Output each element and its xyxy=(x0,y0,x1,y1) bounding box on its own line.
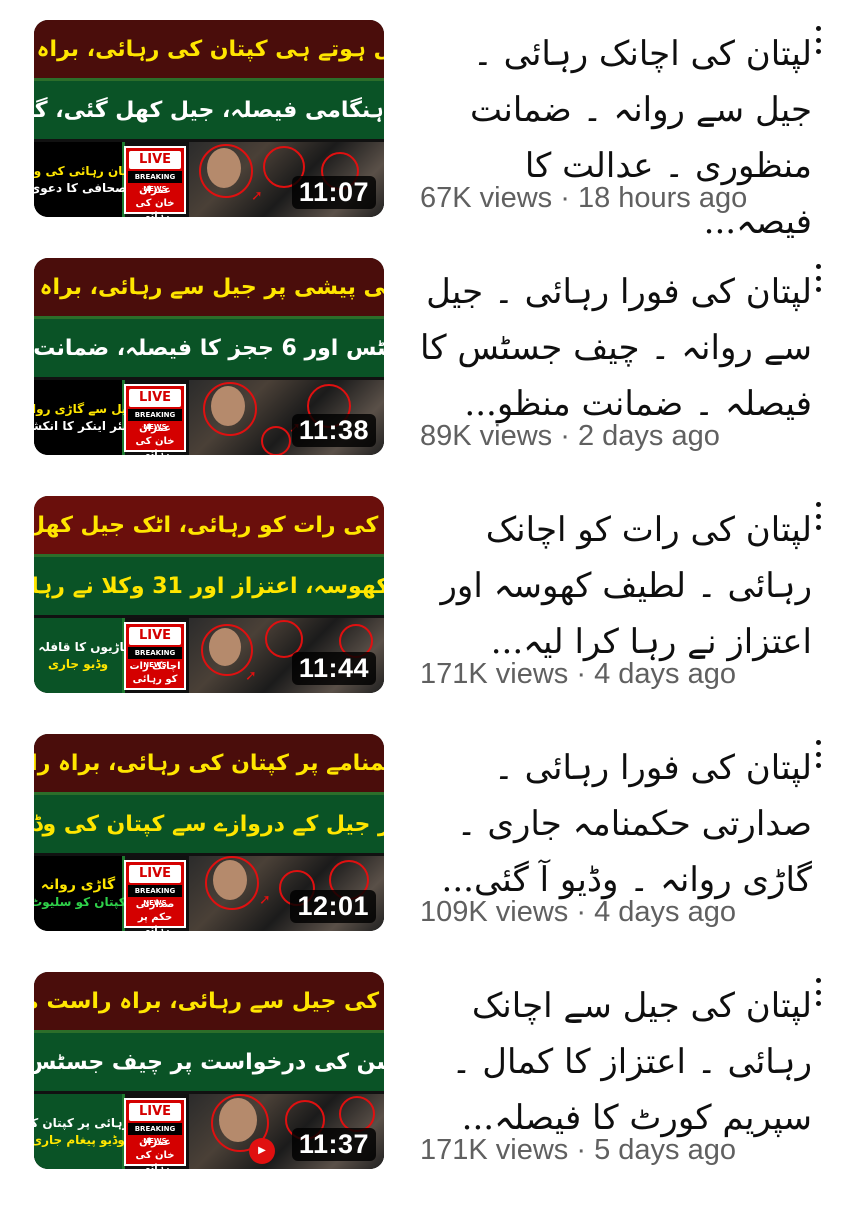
live-label: LIVE xyxy=(129,627,181,645)
thumbnail-headline: کپتان کی پہلی پیشی پر جیل سے رہائی، براہ… xyxy=(34,258,384,319)
video-title[interactable]: لپتان کی جیل سے اچانک رہائی ۔ اعتزاز کا … xyxy=(412,978,812,1146)
upload-age: 2 days ago xyxy=(577,420,720,452)
video-thumbnail[interactable]: صدارتی حکمنامے پر کپتان کی رہائی، براہ ر… xyxy=(34,734,384,931)
video-duration: 12:01 xyxy=(290,890,376,923)
breaking-news-label: BREAKING NEWS xyxy=(128,647,182,669)
thumbnail-side-caption: گاڑی روانہ کپتان کو سلیوٹ xyxy=(34,856,126,931)
more-vert-icon[interactable] xyxy=(808,26,828,54)
live-subcaption: عمران خان کی رہائی xyxy=(135,1137,175,1169)
highlight-circle xyxy=(339,1096,375,1132)
breaking-news-label: BREAKING NEWS xyxy=(128,171,182,193)
video-duration: 11:38 xyxy=(291,414,376,447)
upload-age: 5 days ago xyxy=(594,1134,736,1166)
video-thumbnail[interactable]: اسمبلی تحلیل ہوتے ہی کپتان کی رہائی، برا… xyxy=(34,20,384,217)
live-badge: LIVE BREAKING NEWS عمران خان کی رہائی xyxy=(124,1098,186,1169)
thumbnail-subhead: لطیف کھوسہ، اعتزاز اور 31 وکلا نے رہا کر… xyxy=(34,557,384,618)
video-title[interactable]: لپتان کی فورا رہائی ۔ جیل سے روانہ ۔ چیف… xyxy=(412,264,812,432)
video-duration: 11:44 xyxy=(291,652,376,685)
video-row[interactable]: کپتان کی پہلی پیشی پر جیل سے رہائی، براہ… xyxy=(0,258,851,496)
thumbnail-side-caption: جیل سے گاڑی روانہ سینئر اینکر کا انکشاف xyxy=(34,380,144,455)
video-thumbnail[interactable]: کپتان کی جیل سے رہائی، براہ راست مناظر ا… xyxy=(34,972,384,1169)
video-title[interactable]: لپتان کی اچانک رہائی ۔ جیل سے روانہ ۔ ضم… xyxy=(412,26,812,250)
thumbnail-side-caption: رہائی پر کپتان کا وڈیو پیغام جاری xyxy=(34,1094,129,1169)
thumbnail-side-caption: 43 گاڑیوں کا قافلہ روانہ وڈیو جاری xyxy=(34,618,152,693)
video-row[interactable]: اسمبلی تحلیل ہوتے ہی کپتان کی رہائی، برا… xyxy=(0,20,851,258)
breaking-news-label: BREAKING NEWS xyxy=(128,409,182,431)
thumbnail-subhead: رہائی پر جیل کے دروازے سے کپتان کی وڈیو … xyxy=(34,795,384,856)
arrow-icon: ➚ xyxy=(259,892,271,908)
video-row[interactable]: کپتان کی جیل سے رہائی، براہ راست مناظر ا… xyxy=(0,972,851,1210)
view-count: 89K views xyxy=(420,420,553,452)
video-thumbnail[interactable]: کپتان کی رات کو رہائی، اٹک جیل کھل گئی ل… xyxy=(34,496,384,693)
highlight-circle xyxy=(203,382,257,436)
video-title[interactable]: لپتان کی فورا رہائی ۔ صدارتی حکمنامہ جار… xyxy=(412,740,812,908)
view-count: 171K views xyxy=(420,658,569,690)
side-caption-bottom: صحافی کا دعوی xyxy=(34,180,127,195)
side-caption-bottom: کپتان کو سلیوٹ xyxy=(34,894,126,909)
side-caption-top: رہائی پر کپتان کا xyxy=(34,1115,130,1130)
live-badge: LIVE BREAKING NEWS عمران خان کی رہائی xyxy=(124,384,186,455)
arrow-icon: ➚ xyxy=(245,668,257,684)
video-meta: 67K views · 18 hours ago xyxy=(420,182,748,214)
side-caption-top: جیل سے گاڑی روانہ xyxy=(34,401,136,416)
live-badge: LIVE BREAKING NEWS صدارتی حکم پر رہائی xyxy=(124,860,186,931)
thumbnail-side-caption: کپتان رہائی کی وڈیو صحافی کا دعوی xyxy=(34,142,140,217)
highlight-circle xyxy=(205,856,259,910)
video-row[interactable]: کپتان کی رات کو رہائی، اٹک جیل کھل گئی ل… xyxy=(0,496,851,734)
thumbnail-headline: اسمبلی تحلیل ہوتے ہی کپتان کی رہائی، برا… xyxy=(34,20,384,81)
thumbnail-headline: کپتان کی جیل سے رہائی، براہ راست مناظر xyxy=(34,972,384,1033)
video-meta: 89K views · 2 days ago xyxy=(420,420,720,452)
video-title[interactable]: لپتان کی رات کو اچانک رہائی ۔ لطیف کھوسہ… xyxy=(412,502,812,670)
thumbnail-subhead: اعتزاز احسن کی درخواست پر چیف جسٹس کا فی… xyxy=(34,1033,384,1094)
breaking-news-label: BREAKING NEWS xyxy=(128,1123,182,1145)
live-subcaption: عمران خان کی رہائی xyxy=(135,185,175,217)
video-row[interactable]: صدارتی حکمنامے پر کپتان کی رہائی، براہ ر… xyxy=(0,734,851,972)
live-subcaption: عمران خان کی رہائی xyxy=(135,423,175,455)
more-vert-icon[interactable] xyxy=(808,502,828,530)
side-caption-bottom: وڈیو پیغام جاری xyxy=(34,1132,125,1147)
thumbnail-headline: صدارتی حکمنامے پر کپتان کی رہائی، براہ ر… xyxy=(34,734,384,795)
side-caption-bottom: وڈیو جاری xyxy=(47,656,109,671)
arrow-icon: ➚ xyxy=(251,188,263,204)
thumbnail-headline: کپتان کی رات کو رہائی، اٹک جیل کھل گئی xyxy=(34,496,384,557)
live-label: LIVE xyxy=(129,151,181,169)
video-duration: 11:07 xyxy=(291,176,376,209)
live-subcaption: اچانک رات کو رہائی xyxy=(129,661,181,685)
video-thumbnail[interactable]: کپتان کی پہلی پیشی پر جیل سے رہائی، براہ… xyxy=(34,258,384,455)
view-count: 67K views xyxy=(420,182,553,214)
live-badge: LIVE BREAKING NEWS عمران خان کی رہائی xyxy=(124,146,186,217)
upload-age: 4 days ago xyxy=(594,658,736,690)
more-vert-icon[interactable] xyxy=(808,978,828,1006)
highlight-circle xyxy=(261,426,291,455)
more-vert-icon[interactable] xyxy=(808,740,828,768)
view-count: 109K views xyxy=(420,896,569,928)
more-vert-icon[interactable] xyxy=(808,264,828,292)
thumbnail-subhead: عدالت کا ہنگامی فیصلہ، جیل کھل گئی، گاڑی… xyxy=(34,81,384,142)
live-label: LIVE xyxy=(129,389,181,407)
live-subcaption: صدارتی حکم پر رہائی xyxy=(135,899,175,931)
view-count: 171K views xyxy=(420,1134,569,1166)
video-play-icon: ▶ xyxy=(249,1138,275,1164)
thumbnail-subhead: چیف جسٹس اور 6 ججز کا فیصلہ، ضمانت منظور… xyxy=(34,319,384,380)
video-duration: 11:37 xyxy=(291,1128,376,1161)
side-caption-top: گاڑی روانہ xyxy=(40,876,116,893)
video-meta: 171K views · 5 days ago xyxy=(420,1134,736,1166)
highlight-circle xyxy=(199,144,253,198)
live-label: LIVE xyxy=(129,1103,181,1121)
live-label: LIVE xyxy=(129,865,181,883)
live-badge: LIVE BREAKING NEWS اچانک رات کو رہائی xyxy=(124,622,186,690)
video-meta: 109K views · 4 days ago xyxy=(420,896,736,928)
video-meta: 171K views · 4 days ago xyxy=(420,658,736,690)
upload-age: 18 hours ago xyxy=(577,182,748,214)
upload-age: 4 days ago xyxy=(594,896,736,928)
breaking-news-label: BREAKING NEWS xyxy=(128,885,182,907)
